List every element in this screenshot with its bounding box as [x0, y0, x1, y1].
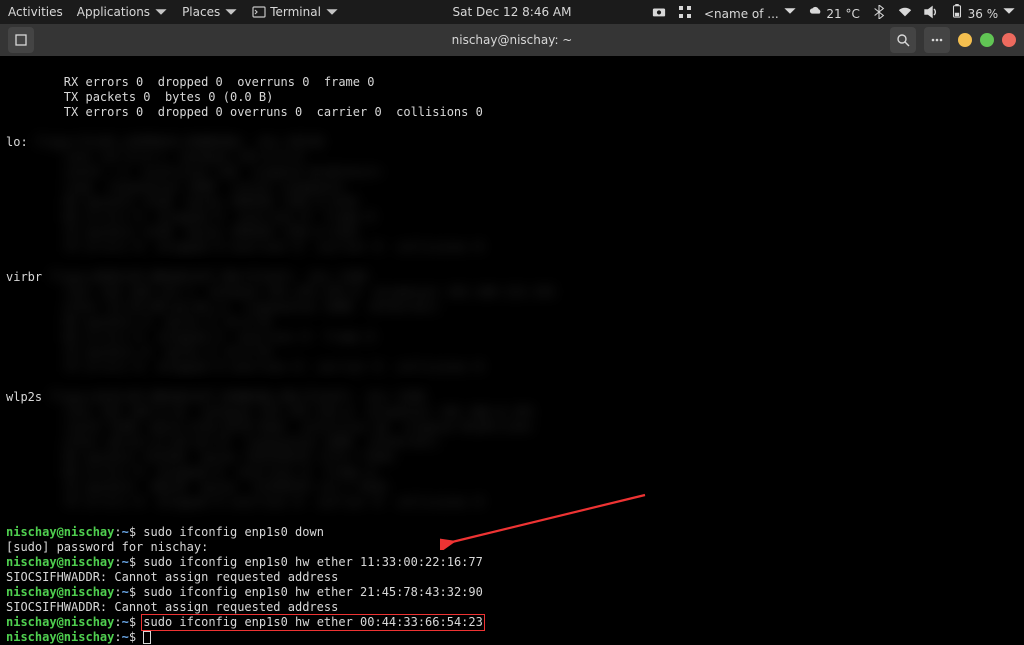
iface-virbr: virbr	[6, 270, 42, 284]
prompt-dollar: $	[129, 525, 143, 539]
camera-icon[interactable]	[652, 5, 666, 19]
prompt-userhost: nischay@nischay	[6, 555, 114, 569]
iface-lo: lo:	[6, 135, 28, 149]
cmd-mac-2: sudo ifconfig enp1s0 hw ether 21:45:78:4…	[143, 585, 483, 599]
cloud-icon	[809, 4, 823, 18]
prompt-userhost: nischay@nischay	[6, 525, 114, 539]
redacted-block: flags=4163<UP,BROADCAST,RUNNING,MULTICAS…	[6, 390, 533, 509]
applications-label: Applications	[77, 5, 150, 19]
prompt-colon: :	[114, 525, 121, 539]
iface-wlp-a: wlp2s	[6, 390, 42, 404]
prompt-userhost: nischay@nischay	[6, 585, 114, 599]
terminal-cursor	[143, 631, 151, 644]
weather-indicator[interactable]: 21 °C	[809, 4, 860, 21]
battery-icon	[950, 4, 964, 18]
new-tab-icon	[14, 33, 28, 47]
prompt-colon: :	[114, 615, 121, 629]
prompt-path: ~	[122, 525, 129, 539]
new-tab-button[interactable]	[8, 27, 34, 53]
cmd-ifconfig-down: sudo ifconfig enp1s0 down	[143, 525, 324, 539]
prompt-userhost: nischay@nischay	[6, 615, 114, 629]
err-siocsifhwaddr-2: SIOCSIFHWADDR: Cannot assign requested a…	[6, 600, 338, 614]
prompt-path: ~	[122, 630, 129, 644]
bluetooth-icon[interactable]	[872, 5, 886, 19]
window-close-button[interactable]	[1002, 33, 1016, 47]
cmd-mac-1: sudo ifconfig enp1s0 hw ether 11:33:00:2…	[143, 555, 483, 569]
apps-grid-icon[interactable]	[678, 5, 692, 19]
panel-clock[interactable]: Sat Dec 12 8:46 AM	[453, 5, 572, 19]
terminal-icon	[252, 5, 266, 19]
battery-percent-label: 36 %	[968, 7, 999, 21]
chevron-down-icon	[325, 5, 339, 19]
panel-left: Activities Applications Places Terminal	[8, 5, 339, 19]
prompt-colon: :	[114, 555, 121, 569]
cmd-mac-3: sudo ifconfig enp1s0 hw ether 00:44:33:6…	[143, 615, 483, 629]
prompt-path: ~	[122, 585, 129, 599]
applications-menu[interactable]: Applications	[77, 5, 168, 19]
redacted-block: flags=73<UP,LOOPBACK,RUNNING> mtu 65536 …	[6, 135, 483, 254]
prompt-colon: :	[114, 630, 121, 644]
terminal-titlebar: nischay@nischay: ~	[0, 24, 1024, 56]
volume-icon[interactable]	[924, 5, 938, 19]
prompt-userhost: nischay@nischay	[6, 630, 114, 644]
cmd-highlight: sudo ifconfig enp1s0 hw ether 00:44:33:6…	[143, 615, 483, 630]
chevron-down-icon	[154, 5, 168, 19]
places-label: Places	[182, 5, 220, 19]
hamburger-menu-button[interactable]	[924, 27, 950, 53]
window-maximize-button[interactable]	[980, 33, 994, 47]
battery-indicator[interactable]: 36 %	[950, 4, 1016, 21]
term-tx-packets: TX packets 0 bytes 0 (0.0 B)	[6, 90, 273, 104]
terminal-body[interactable]: RX errors 0 dropped 0 overruns 0 frame 0…	[0, 56, 1024, 576]
wifi-icon[interactable]	[898, 5, 912, 19]
redacted-block: flags=4099<UP,BROADCAST,MULTICAST> mtu 1…	[6, 270, 555, 374]
prompt-dollar: $	[129, 585, 143, 599]
window-title: nischay@nischay: ~	[452, 33, 573, 47]
chevron-down-icon	[783, 4, 797, 18]
prompt-path: ~	[122, 615, 129, 629]
search-icon	[896, 33, 910, 47]
terminal-appmenu[interactable]: Terminal	[252, 5, 339, 19]
sudo-password-prompt: [sudo] password for nischay:	[6, 540, 208, 554]
prompt-colon: :	[114, 585, 121, 599]
search-button[interactable]	[890, 27, 916, 53]
panel-right: <name of ... 21 °C 36 %	[652, 4, 1016, 21]
activities-button[interactable]: Activities	[8, 5, 63, 19]
terminal-appmenu-label: Terminal	[270, 5, 321, 19]
prompt-path: ~	[122, 555, 129, 569]
prompt-dollar: $	[129, 630, 143, 644]
chevron-down-icon	[1002, 4, 1016, 18]
places-menu[interactable]: Places	[182, 5, 238, 19]
music-indicator-label: <name of ...	[704, 7, 779, 21]
chevron-down-icon	[224, 5, 238, 19]
hamburger-icon	[930, 33, 944, 47]
err-siocsifhwaddr-1: SIOCSIFHWADDR: Cannot assign requested a…	[6, 570, 338, 584]
term-tx-errors: TX errors 0 dropped 0 overruns 0 carrier…	[6, 105, 483, 119]
music-indicator[interactable]: <name of ...	[704, 4, 797, 21]
prompt-dollar: $	[129, 555, 143, 569]
temperature-label: 21 °C	[826, 7, 859, 21]
prompt-dollar: $	[129, 615, 143, 629]
gnome-top-panel: Activities Applications Places Terminal …	[0, 0, 1024, 24]
window-minimize-button[interactable]	[958, 33, 972, 47]
term-rx-errors: RX errors 0 dropped 0 overruns 0 frame 0	[6, 75, 374, 89]
titlebar-right	[890, 27, 1016, 53]
